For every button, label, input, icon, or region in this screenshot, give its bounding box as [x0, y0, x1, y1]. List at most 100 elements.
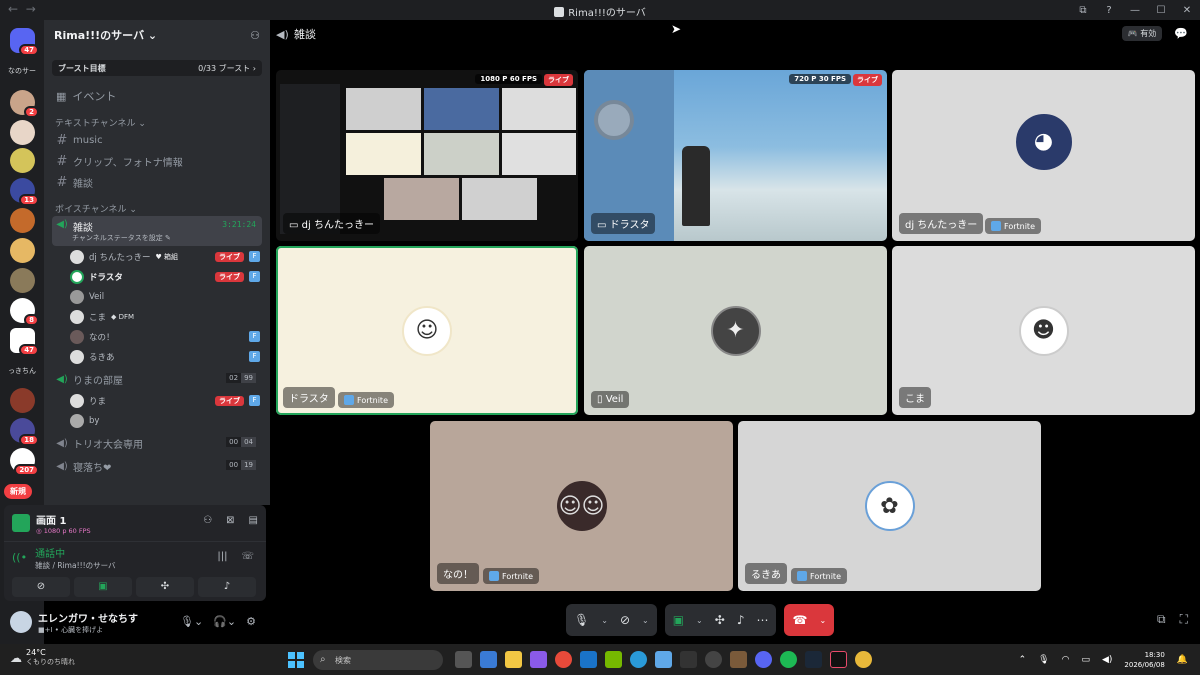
close-button[interactable]: ✕ — [1174, 5, 1200, 16]
chevron-up-icon[interactable]: ⌃ — [1019, 655, 1027, 665]
server-icon[interactable]: 47 — [10, 328, 39, 356]
server-icon[interactable] — [10, 268, 35, 293]
chevron-down-icon[interactable]: ⌄ — [696, 616, 703, 625]
participant-tile[interactable]: ✿ るきあ Fortnite — [738, 421, 1041, 591]
server-icon[interactable]: 2 — [10, 90, 39, 118]
store-icon[interactable] — [480, 651, 497, 668]
voice-user[interactable]: by — [70, 411, 262, 431]
server-icon[interactable] — [10, 148, 35, 173]
microphone-icon[interactable]: 🎙⌄ — [180, 615, 203, 628]
stream-tile[interactable]: 1080 P 60 FPS ライブ ▭ dj ちんたっきー — [276, 70, 578, 241]
fullscreen-icon[interactable]: ⛶ — [1180, 612, 1188, 627]
explorer-icon[interactable] — [505, 651, 522, 668]
soundboard-icon[interactable]: ♪ — [737, 613, 745, 627]
voice-channel-trio[interactable]: ◀) トリオ大会専用 00 04 — [52, 432, 262, 454]
noise-suppression-icon[interactable]: ||| — [217, 551, 227, 562]
home-button[interactable]: 47 — [10, 28, 39, 56]
chat-icon[interactable]: 💬 — [1174, 27, 1188, 40]
server-icon[interactable] — [10, 208, 35, 233]
minecraft-icon[interactable] — [730, 651, 747, 668]
activities-icon[interactable]: ✣ — [715, 613, 725, 627]
screen-share-icon[interactable]: ▣ — [673, 613, 684, 627]
call-status[interactable]: 通話中 — [35, 545, 115, 560]
voice-user[interactable]: dj ちんたっきー ♥ 箱組 ライブ F — [70, 247, 262, 267]
voice-user[interactable]: こま ◆ DFM — [70, 307, 262, 327]
taskbar-search[interactable]: ⌕ 検索 — [313, 650, 443, 670]
channel-chat[interactable]: # 雑談 — [52, 172, 262, 192]
participant-tile[interactable]: ◕ dj ちんたっきー Fortnite — [892, 70, 1195, 241]
spotify-icon[interactable] — [780, 651, 797, 668]
channel-clips[interactable]: # クリップ、フォトナ情報 — [52, 151, 262, 171]
display-icon[interactable]: ▭ — [1081, 655, 1090, 665]
boost-goal[interactable]: ブースト目標 0/33 ブースト › — [52, 60, 262, 76]
headphones-icon[interactable]: 🎧⌄ — [213, 615, 236, 628]
invite-icon[interactable]: ⚇ — [203, 515, 212, 526]
gear-icon[interactable]: ⚙ — [246, 615, 256, 628]
obs-icon[interactable] — [705, 651, 722, 668]
voice-channel-active[interactable]: ◀) 雑談 3:21:24 チャンネルステータスを設定 ✎ — [52, 216, 262, 246]
soundboard-icon[interactable]: ▤ — [249, 515, 258, 526]
activity-status[interactable]: 🎮 有効 — [1121, 26, 1163, 41]
events-item[interactable]: ▦ イベント — [56, 88, 270, 104]
voice-user[interactable]: なの！ F — [70, 327, 262, 347]
activities-button[interactable]: ✣ — [136, 577, 194, 597]
text-category[interactable]: テキストチャンネル ⌄ — [55, 116, 270, 129]
voice-category[interactable]: ボイスチャンネル ⌄ — [55, 202, 270, 215]
avatar[interactable] — [10, 611, 32, 633]
task-view-icon[interactable] — [455, 651, 472, 668]
minimize-button[interactable]: — — [1122, 5, 1148, 16]
voice-channel-sleep[interactable]: ◀) 寝落ち❤ 00 19 — [52, 455, 262, 477]
voice-user[interactable]: りま ライブ F — [70, 391, 262, 411]
discord-icon[interactable] — [755, 651, 772, 668]
tiktok-icon[interactable] — [830, 651, 847, 668]
coin-icon[interactable] — [855, 651, 872, 668]
inbox-icon[interactable]: ⧉ — [1070, 5, 1096, 16]
more-icon[interactable]: ⋯ — [756, 613, 768, 627]
chevron-down-icon[interactable]: ⌄ — [642, 616, 649, 625]
new-badge[interactable]: 新規 — [4, 484, 32, 499]
popout-icon[interactable]: ⧉ — [1157, 612, 1166, 627]
fortnite-icon[interactable] — [655, 651, 672, 668]
weather-widget[interactable]: ☁ 24°C くもりのち晴れ — [10, 648, 75, 667]
server-icon[interactable]: 18 — [10, 418, 39, 446]
participant-tile[interactable]: ☺ ドラスタ Fortnite — [276, 246, 578, 415]
server-icon[interactable] — [10, 388, 35, 413]
channel-status[interactable]: チャンネルステータスを設定 ✎ — [72, 233, 171, 243]
edge-icon[interactable] — [630, 651, 647, 668]
voice-channel-rima[interactable]: ◀) りまの部屋 02 99 — [52, 368, 262, 390]
steam-icon[interactable] — [805, 651, 822, 668]
copilot-icon[interactable] — [530, 651, 547, 668]
chevron-down-icon[interactable]: ⌄ — [601, 616, 608, 625]
server-icon[interactable]: 207 — [10, 448, 39, 476]
stop-stream-icon[interactable]: ⊠ — [226, 515, 234, 526]
camera-off-icon[interactable]: ⊘ — [620, 613, 630, 627]
voice-user[interactable]: るきあ F — [70, 347, 262, 367]
server-icon[interactable] — [10, 238, 35, 263]
participant-tile[interactable]: ☺☺ なの！ Fortnite — [430, 421, 733, 591]
screen-share-button[interactable]: ▣ — [74, 577, 132, 597]
guild-header[interactable]: Rima!!!のサーバ ⌄ ⚇ — [44, 20, 270, 50]
channel-music[interactable]: # music — [52, 130, 262, 150]
invite-icon[interactable]: ⚇ — [250, 29, 260, 42]
disconnect-button[interactable]: ☎ ⌄ — [784, 604, 835, 636]
soundboard-button[interactable]: ♪ — [198, 577, 256, 597]
wifi-icon[interactable]: ◠ — [1062, 655, 1070, 665]
camera-off-button[interactable]: ⊘ — [12, 577, 70, 597]
server-icon[interactable] — [10, 120, 35, 145]
chevron-down-icon[interactable]: ⌄ — [819, 616, 826, 625]
start-button[interactable] — [288, 652, 304, 668]
microphone-icon[interactable]: 🎙 — [1038, 655, 1049, 665]
voice-user[interactable]: Veil — [70, 287, 262, 307]
maximize-button[interactable]: ☐ — [1148, 5, 1174, 16]
participant-tile[interactable]: ☻ こま — [892, 246, 1195, 415]
chrome-icon[interactable] — [555, 651, 572, 668]
volume-icon[interactable]: ◀) — [1102, 655, 1112, 665]
notification-icon[interactable]: 🔔 — [1177, 655, 1188, 665]
help-icon[interactable]: ? — [1096, 5, 1122, 16]
participant-tile[interactable]: ✦ ▯ Veil — [584, 246, 887, 415]
epic-icon[interactable] — [680, 651, 697, 668]
voice-user[interactable]: ドラスタ ライブ F — [70, 267, 262, 287]
server-icon[interactable]: 8 — [10, 298, 39, 326]
server-icon[interactable]: 13 — [10, 178, 39, 206]
outlook-icon[interactable] — [580, 651, 597, 668]
